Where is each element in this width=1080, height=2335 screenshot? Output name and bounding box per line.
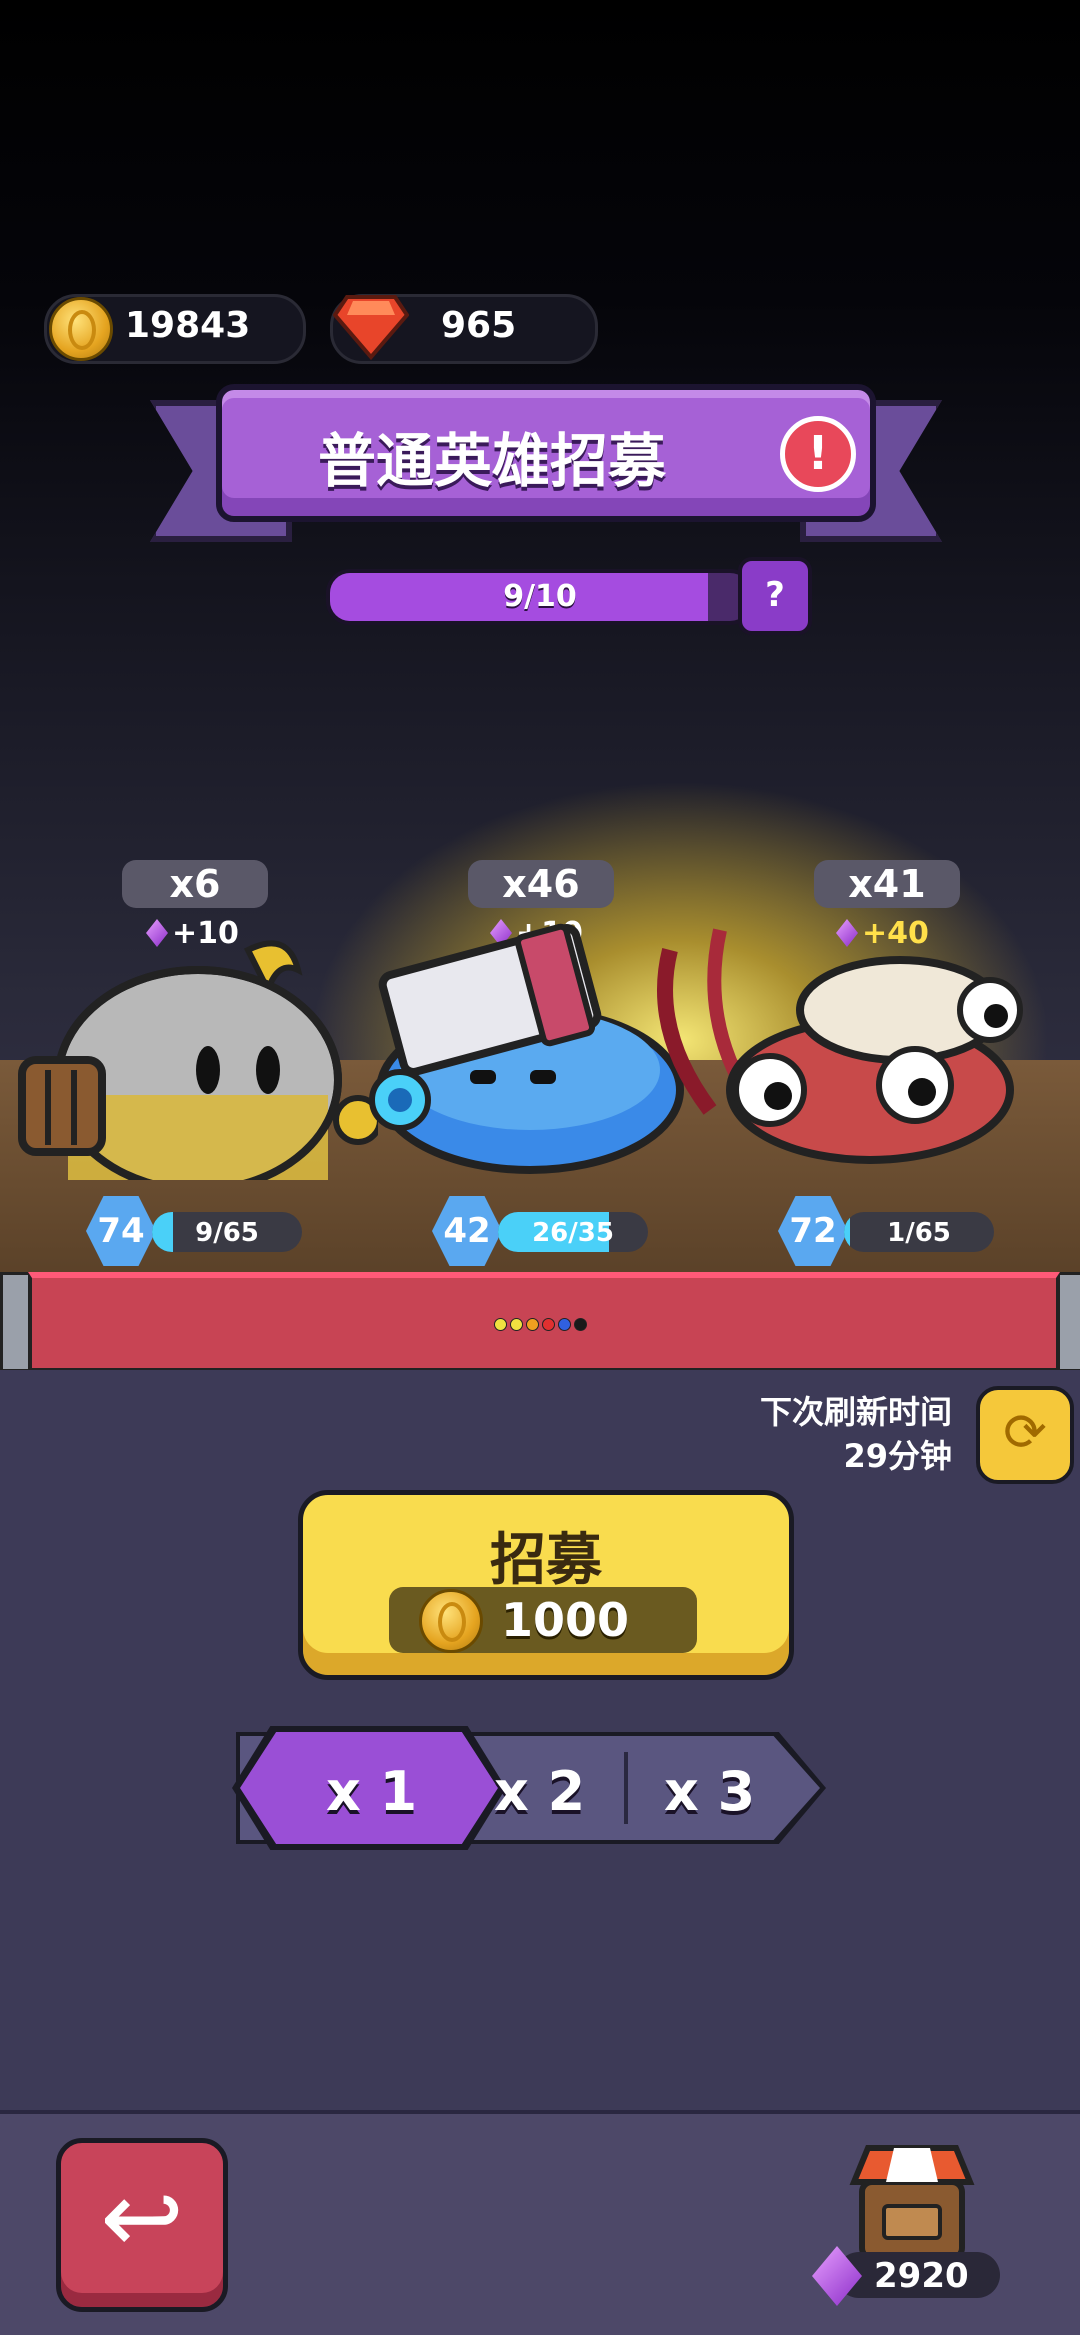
hero-3-crab-image[interactable] [640, 910, 1040, 1190]
recruit-button[interactable]: 招募 1000 [298, 1490, 794, 1680]
refresh-timer: 下次刷新时间 29分钟 [760, 1390, 952, 1478]
page-dot-2 [510, 1318, 523, 1331]
page-dot-5 [558, 1318, 571, 1331]
page-dot-6 [574, 1318, 587, 1331]
page-indicator-dots [494, 1318, 587, 1331]
refresh-button[interactable]: ⟳ [976, 1386, 1074, 1484]
hero-1-count: x6 [122, 860, 268, 908]
stage-strip [28, 1272, 1060, 1372]
coin-icon [49, 297, 113, 361]
hero-1-shard-bar: 9/65 [152, 1212, 302, 1252]
hero-3-shard-bar: 1/65 [844, 1212, 994, 1252]
coin-counter: 19843 [44, 294, 306, 364]
recruit-banner: 普通英雄招募 ! [216, 384, 876, 522]
refresh-time: 29分钟 [843, 1437, 952, 1475]
coin-icon [419, 1589, 483, 1653]
recruit-progress-bar: 9/10 [326, 569, 754, 625]
refresh-label: 下次刷新时间 [759, 1393, 952, 1431]
shop-gem-amount: 2920 [874, 2256, 969, 2296]
banner-title: 普通英雄招募 [317, 427, 666, 495]
page-dot-4 [542, 1318, 555, 1331]
hero-3-shard-text: 1/65 [887, 1218, 951, 1248]
back-arrow-icon: ↩ [100, 2159, 184, 2276]
multiplier-x3-tab[interactable]: x 3 [664, 1760, 755, 1823]
page-dot-3 [526, 1318, 539, 1331]
multiplier-divider [624, 1752, 628, 1824]
ruby-counter: 965 [330, 294, 598, 364]
shop-icon[interactable] [848, 2142, 976, 2262]
ruby-amount: 965 [441, 305, 517, 346]
hero-1-shard-text: 9/65 [195, 1218, 259, 1248]
hero-1-slime-image[interactable] [18, 920, 378, 1180]
recruit-cost-amount: 1000 [501, 1593, 630, 1647]
coin-amount: 19843 [125, 305, 251, 346]
refresh-icon: ⟳ [1003, 1403, 1047, 1463]
progress-text: 9/10 [503, 579, 577, 614]
hero-2-shard-text: 26/35 [532, 1218, 614, 1248]
back-button[interactable]: ↩ [56, 2138, 228, 2312]
hero-3-count: x41 [814, 860, 960, 908]
info-alert-icon[interactable]: ! [780, 416, 856, 492]
recruit-label: 招募 [490, 1528, 602, 1593]
help-button[interactable]: ? [738, 557, 812, 635]
page-dot-1 [494, 1318, 507, 1331]
multiplier-x2-tab[interactable]: x 2 [494, 1760, 585, 1823]
ruby-icon [333, 295, 409, 361]
recruit-cost: 1000 [389, 1587, 697, 1653]
hero-2-shard-bar: 26/35 [498, 1212, 648, 1252]
multiplier-x1-label[interactable]: x 1 [326, 1760, 417, 1823]
